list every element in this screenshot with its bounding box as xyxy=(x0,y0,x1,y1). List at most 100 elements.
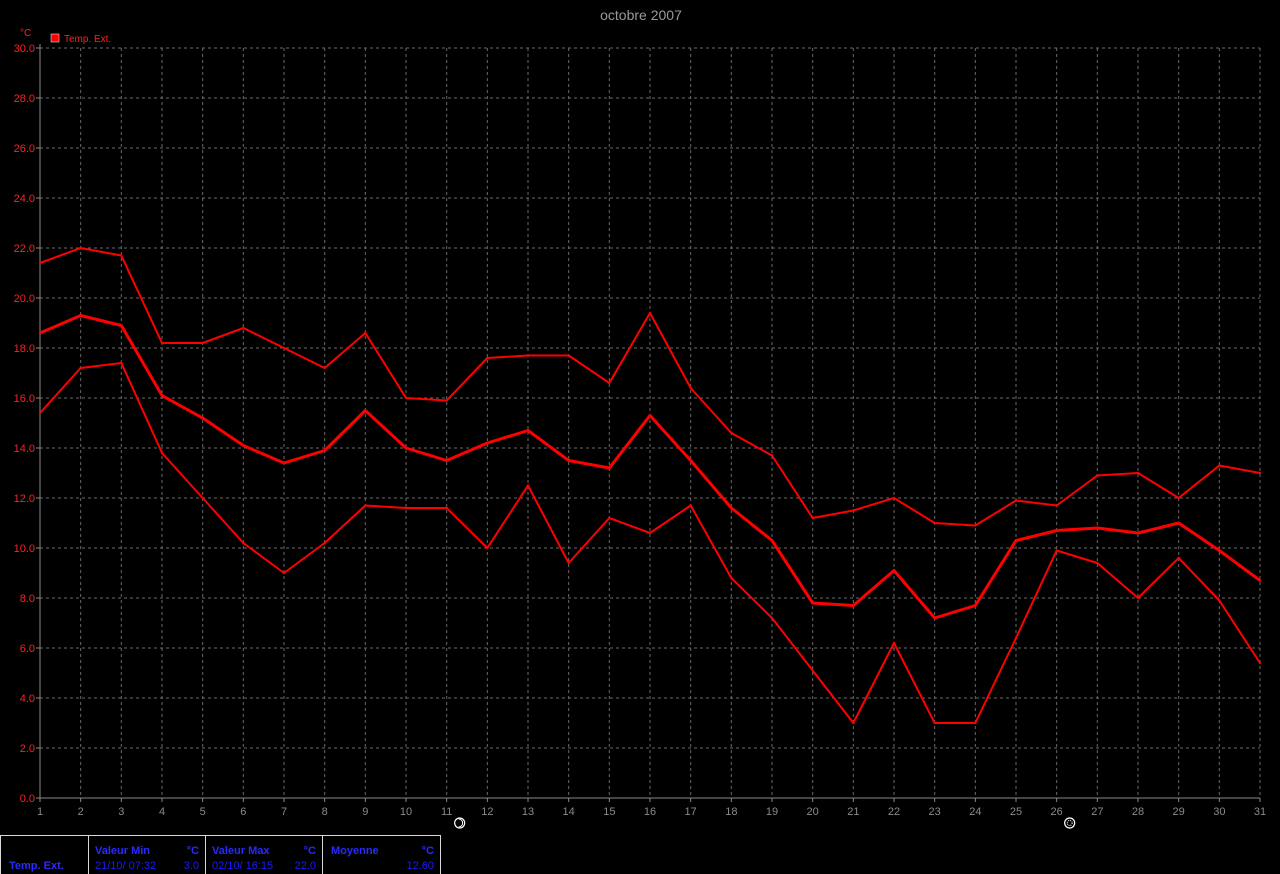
series-max-point xyxy=(892,496,896,500)
series-max-point xyxy=(1055,504,1058,507)
series-min-point xyxy=(1218,599,1221,602)
series-min-point xyxy=(38,411,42,415)
series-mean-point xyxy=(567,459,570,462)
series-min-point xyxy=(526,484,530,487)
series-mean-point xyxy=(689,459,692,462)
series-max-point xyxy=(1177,496,1180,500)
x-tick-label: 9 xyxy=(362,806,368,818)
series-max-point xyxy=(1014,499,1018,502)
y-tick-label: 22.0 xyxy=(14,243,35,255)
x-tick-label: 31 xyxy=(1254,806,1266,818)
series-mean-point xyxy=(38,331,42,335)
series-mean-point xyxy=(404,446,408,450)
x-tick-label: 27 xyxy=(1091,806,1103,818)
series-mean-point xyxy=(1258,579,1262,582)
x-tick-label: 24 xyxy=(969,806,981,818)
series-mean-point xyxy=(608,466,611,470)
y-tick-label: 16.0 xyxy=(14,393,35,405)
series-max-point xyxy=(445,399,448,402)
series-mean-point xyxy=(1218,549,1221,552)
series-min-point xyxy=(933,721,936,725)
x-tick-label: 1 xyxy=(37,806,43,818)
x-tick-label: 22 xyxy=(888,806,900,818)
stats-mean-value: 12.60 xyxy=(406,860,434,872)
x-tick-label: 14 xyxy=(563,806,575,818)
series-mean-point xyxy=(933,616,936,620)
y-tick-label: 6.0 xyxy=(20,643,35,655)
series-mean-point xyxy=(445,459,448,462)
series-max-point xyxy=(567,354,570,357)
series-max-point xyxy=(1258,471,1262,475)
stats-row-label: Temp. Ext. xyxy=(9,860,64,872)
x-tick-label: 7 xyxy=(281,806,287,818)
series-min-point xyxy=(486,546,489,550)
series-min-point xyxy=(282,571,286,575)
x-tick-label: 18 xyxy=(725,806,737,818)
series-mean-point xyxy=(323,449,326,452)
series-mean-point xyxy=(811,601,814,605)
series-min-point xyxy=(201,496,204,500)
series-mean-point xyxy=(1096,526,1099,530)
y-tick-label: 26.0 xyxy=(14,143,35,155)
x-tick-label: 28 xyxy=(1132,806,1144,818)
series-min-point xyxy=(811,669,814,672)
stats-min-label: Valeur Min xyxy=(95,845,151,857)
y-tick-label: 14.0 xyxy=(14,443,35,455)
y-tick-label: 28.0 xyxy=(14,93,35,105)
series-max-point xyxy=(404,396,408,400)
series-mean-point xyxy=(974,604,977,607)
series-min-point xyxy=(242,541,245,545)
legend-label: Temp. Ext. xyxy=(64,34,111,45)
series-min-point xyxy=(852,721,855,725)
stats-mean-cell: Moyenne °C 12.60 xyxy=(322,835,441,874)
series-mean-point xyxy=(1136,531,1140,535)
series-max-point xyxy=(79,246,82,250)
series-mean-point xyxy=(160,394,164,397)
x-tick-label: 10 xyxy=(400,806,412,818)
series-max-point xyxy=(811,516,814,520)
y-tick-label: 8.0 xyxy=(20,593,35,605)
x-tick-label: 6 xyxy=(240,806,246,818)
series-max-point xyxy=(1218,464,1221,467)
series-max-point xyxy=(526,354,530,357)
x-tick-label: 12 xyxy=(481,806,493,818)
x-tick-label: 8 xyxy=(322,806,328,818)
chart-title: octobre 2007 xyxy=(600,7,682,23)
series-min-point xyxy=(323,541,326,545)
y-tick-label: 4.0 xyxy=(20,693,35,705)
moon-phases xyxy=(454,817,1076,829)
series-min-point xyxy=(689,504,692,507)
stats-min-date: 21/10/ 07:32 xyxy=(95,860,157,872)
series-mean-point xyxy=(770,539,774,542)
series-min-point xyxy=(1258,661,1262,665)
series-max-point xyxy=(486,356,489,360)
stats-min-value: 3.0 xyxy=(183,860,199,872)
x-tick-label: 21 xyxy=(847,806,859,818)
y-tick-label: 2.0 xyxy=(20,743,35,755)
series-min-point xyxy=(1136,596,1140,600)
series-min-point xyxy=(730,576,733,580)
series-min-point xyxy=(1177,556,1180,560)
series-min-point xyxy=(364,504,367,507)
series-min-point xyxy=(648,531,652,535)
x-tick-label: 20 xyxy=(807,806,819,818)
y-tick-label: 30.0 xyxy=(14,43,35,55)
stats-min-unit: °C xyxy=(186,845,199,857)
series-max-point xyxy=(933,521,936,525)
series-min-point xyxy=(1055,549,1058,552)
series-mean-point xyxy=(730,506,733,510)
series-min-point xyxy=(974,721,977,725)
series-max-point xyxy=(38,261,42,265)
x-tick-label: 19 xyxy=(766,806,778,818)
y-tick-label: 12.0 xyxy=(14,493,35,505)
series-mean-point xyxy=(648,414,652,417)
x-tick-label: 17 xyxy=(685,806,697,818)
grid xyxy=(40,47,1261,798)
full-moon-icon xyxy=(1064,817,1076,829)
x-tick-label: 5 xyxy=(200,806,206,818)
series-mean-point xyxy=(526,429,530,432)
x-tick-label: 11 xyxy=(441,806,452,818)
series-min-point xyxy=(770,616,774,620)
series-max-point xyxy=(648,311,652,315)
series-min-point xyxy=(160,451,164,455)
